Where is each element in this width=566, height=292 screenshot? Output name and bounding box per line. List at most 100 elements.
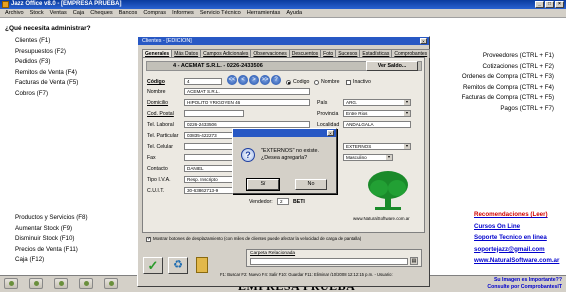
vendedor-field[interactable]: 2: [277, 198, 289, 205]
no-button[interactable]: No: [295, 179, 327, 190]
menu-stock[interactable]: Stock: [27, 9, 47, 17]
menu-item-remitos-venta[interactable]: Remitos de Venta (F4): [15, 68, 78, 79]
tel-laboral-field[interactable]: 0226-2433506: [184, 121, 310, 128]
main-menu-title: ¿Qué necesita administrar?: [5, 25, 91, 32]
dialog-close-button[interactable]: ×: [327, 130, 334, 136]
search-codigo-label: Codigo: [293, 79, 310, 85]
question-icon: ?: [241, 148, 255, 162]
menu-item-disminuir-stock[interactable]: Disminuir Stock (F10): [15, 234, 88, 245]
status-light-icon: [79, 278, 93, 289]
menu-item-cobros[interactable]: Cobros (F7): [15, 89, 78, 100]
menu-item-pagos[interactable]: Pagos (CTRL + F7): [462, 104, 554, 115]
provincia-label: Provincia: [317, 111, 339, 117]
domicilio-field[interactable]: HIPOLITO YRIGOYEN 46: [184, 99, 310, 106]
window-controls: _ □ ×: [535, 1, 564, 8]
vendedor-label: Vendedor:: [249, 199, 273, 205]
menu-item-ordenes-compra[interactable]: Ordenes de Compra (CTRL + F3): [462, 72, 554, 83]
menu-item-proveedores[interactable]: Proveedores (CTRL + F1): [462, 51, 554, 62]
menu-caja[interactable]: Caja: [70, 9, 88, 17]
menu-servicio-tecnico[interactable]: Servicio Técnico: [197, 9, 244, 17]
contacto-label: Contacto: [147, 166, 168, 172]
link-website[interactable]: www.NaturalSoftware.com.ar: [474, 255, 559, 267]
menubar: Archivo Stock Ventas Caja Cheques Bancos…: [0, 9, 566, 18]
website-label: www.NaturalSoftware.com.ar: [353, 216, 410, 221]
show-nav-buttons-checkbox[interactable]: [146, 236, 151, 242]
app-icon: [2, 1, 9, 8]
tel-particular-label: Tel. Particular: [147, 133, 179, 139]
left-menu-list-bottom: Productos y Servicios (F8) Aumentar Stoc…: [15, 213, 88, 266]
fax-label: Fax: [147, 155, 156, 161]
minimize-button[interactable]: _: [535, 1, 544, 8]
folder-browse-icon[interactable]: ▤: [410, 257, 418, 265]
function-keys-bar: F1: Buscar F2: Nuevo F4: Salir F10: Guar…: [220, 272, 393, 277]
menu-cheques[interactable]: Cheques: [87, 9, 115, 17]
help-links: Recomendaciones (Leer) Cursos On Line So…: [474, 209, 559, 267]
menu-ayuda[interactable]: Ayuda: [283, 9, 305, 17]
document-icon[interactable]: [196, 257, 208, 273]
menu-item-presupuestos[interactable]: Presupuestos (F2): [15, 47, 78, 58]
menu-item-cotizaciones[interactable]: Cotizaciones (CTRL + F2): [462, 62, 554, 73]
menu-item-aumentar-stock[interactable]: Aumentar Stock (F9): [15, 224, 88, 235]
first-record-icon[interactable]: <<: [227, 75, 237, 85]
provincia-select[interactable]: Entre Rios: [343, 110, 411, 117]
natural-software-tree-icon: [368, 171, 408, 210]
maximize-button[interactable]: □: [545, 1, 554, 8]
cod-postal-field[interactable]: [184, 110, 244, 117]
menu-archivo[interactable]: Archivo: [2, 9, 27, 17]
close-button[interactable]: ×: [555, 1, 564, 8]
recycle-button[interactable]: ♻: [168, 257, 188, 274]
menu-herramientas[interactable]: Herramientas: [244, 9, 284, 17]
promo-line2: Consulte por ComprobantesIT: [487, 283, 562, 290]
dialog-message: "EXTERNOS" no existe. ¿Desea agregarla?: [261, 148, 319, 162]
link-cursos[interactable]: Cursos On Line: [474, 221, 559, 233]
search-record-icon[interactable]: ?: [271, 75, 281, 85]
dialog-titlebar: ×: [233, 129, 336, 137]
menu-informes[interactable]: Informes: [169, 9, 197, 17]
menu-item-caja[interactable]: Caja (F12): [15, 255, 88, 266]
carpeta-label: Carpeta Relacionada: [250, 251, 296, 256]
dialog-message-line1: "EXTERNOS" no existe.: [261, 148, 320, 154]
pais-label: País: [317, 100, 328, 106]
pais-select[interactable]: ARG.: [343, 99, 411, 106]
record-navigation: << < > >> ?: [227, 75, 281, 85]
status-light-icon: [29, 278, 43, 289]
codigo-field[interactable]: 4: [184, 78, 222, 85]
link-soporte[interactable]: Soporte Tecnico en linea: [474, 232, 559, 244]
status-light-icon: [4, 278, 18, 289]
nombre-field[interactable]: ACEMAT S.R.L.: [184, 88, 310, 95]
domicilio-label: Domicilio: [147, 100, 169, 106]
menu-item-facturas-compra[interactable]: Facturas de Compra (CTRL + F5): [462, 93, 554, 104]
menu-item-precios-venta[interactable]: Precios de Venta (F11): [15, 245, 88, 256]
last-record-icon[interactable]: >>: [260, 75, 270, 85]
menu-item-pedidos[interactable]: Pedidos (F3): [15, 57, 78, 68]
carpeta-field[interactable]: [250, 258, 408, 265]
client-window-close-button[interactable]: ×: [420, 38, 427, 44]
status-light-icon: [104, 278, 118, 289]
link-email[interactable]: soportejazz@gmail.com: [474, 244, 559, 256]
previous-record-icon[interactable]: <: [238, 75, 248, 85]
inactivo-checkbox[interactable]: [346, 80, 351, 85]
yes-button[interactable]: Sí: [246, 178, 280, 191]
search-codigo-radio[interactable]: [286, 80, 291, 85]
search-nombre-radio[interactable]: [314, 80, 319, 85]
promo-link[interactable]: Su Imagen es Importante?? Consulte por C…: [487, 277, 562, 290]
tel-laboral-label: Tel. Laboral: [147, 122, 174, 128]
category-select[interactable]: EXTERNOS: [343, 143, 411, 150]
ver-saldo-button[interactable]: Ver Saldo...: [366, 61, 418, 71]
menu-bancos[interactable]: Bancos: [116, 9, 141, 17]
vendedor-name: BETI: [293, 199, 305, 205]
next-record-icon[interactable]: >: [249, 75, 259, 85]
menu-compras[interactable]: Compras: [140, 9, 169, 17]
ok-button[interactable]: ✓: [143, 257, 163, 274]
menu-item-productos[interactable]: Productos y Servicios (F8): [15, 213, 88, 224]
link-recomendaciones[interactable]: Recomendaciones (Leer): [474, 209, 559, 221]
sexo-select[interactable]: Masculino: [343, 154, 393, 161]
confirm-dialog: × ? "EXTERNOS" no existe. ¿Desea agregar…: [232, 128, 337, 194]
localidad-field[interactable]: ANDALGALA: [343, 121, 411, 128]
status-light-icon: [54, 278, 68, 289]
menu-item-clientes[interactable]: Clientes (F1): [15, 36, 78, 47]
menu-item-remitos-compra[interactable]: Remitos de Compra (CTRL + F4): [462, 83, 554, 94]
menu-item-facturas-venta[interactable]: Facturas de Venta (F5): [15, 78, 78, 89]
codigo-label: Código: [147, 79, 165, 85]
menu-ventas[interactable]: Ventas: [47, 9, 70, 17]
